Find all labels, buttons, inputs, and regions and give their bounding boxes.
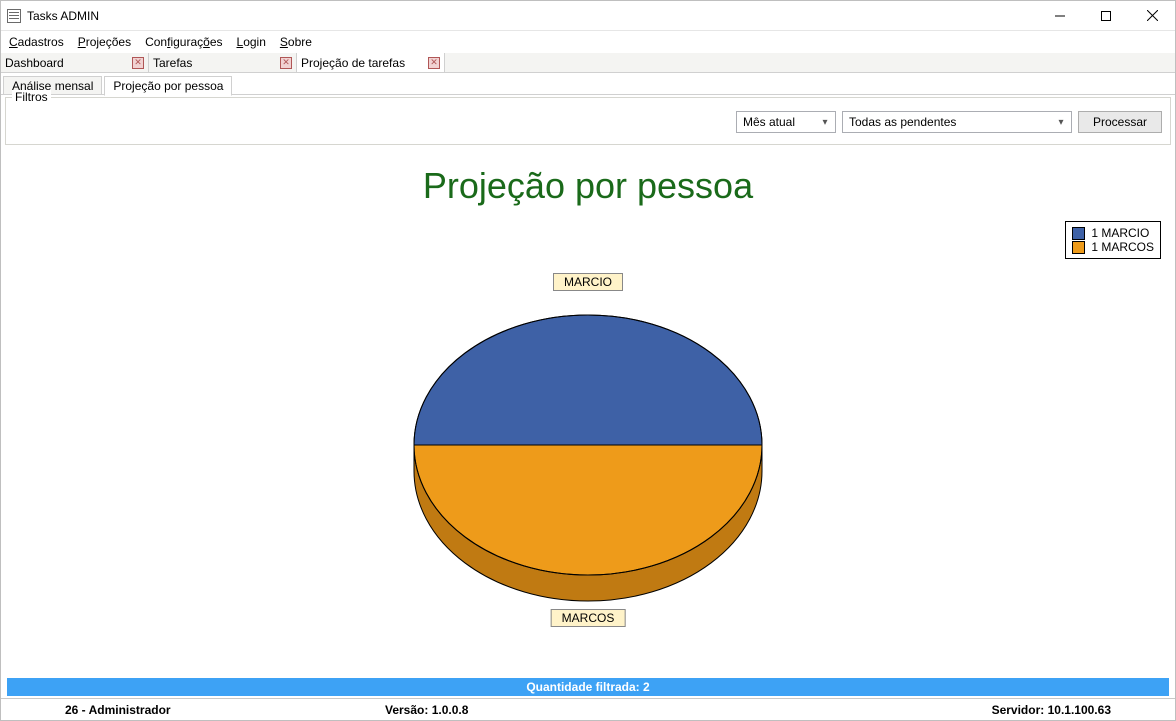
status-select[interactable]: Todas as pendentes ▾: [842, 111, 1072, 133]
chart-title: Projeção por pessoa: [423, 165, 753, 207]
subtab-projecao-por-pessoa[interactable]: Projeção por pessoa: [104, 76, 232, 96]
chart-panel: Projeção por pessoa 1 MARCIO 1 MARCOS MA…: [5, 145, 1171, 676]
tab-tarefas[interactable]: Tarefas ✕: [149, 53, 297, 72]
window-title: Tasks ADMIN: [27, 9, 99, 23]
period-select[interactable]: Mês atual ▾: [736, 111, 836, 133]
legend-swatch: [1072, 227, 1085, 240]
sub-tabs: Análise mensal Projeção por pessoa: [1, 73, 1175, 95]
tab-dashboard[interactable]: Dashboard ✕: [1, 53, 149, 72]
minimize-button[interactable]: [1037, 1, 1083, 30]
legend-item: 1 MARCIO: [1072, 226, 1154, 240]
status-server: Servidor: 10.1.100.63: [992, 703, 1171, 717]
status-version: Versão: 1.0.0.8: [385, 703, 992, 717]
chevron-down-icon: ▾: [1053, 113, 1069, 131]
slice-label-marcos: MARCOS: [551, 609, 626, 627]
chart-legend: 1 MARCIO 1 MARCOS: [1065, 221, 1161, 259]
titlebar: Tasks ADMIN: [1, 1, 1175, 31]
menubar: Cadastros Projeções Configurações Login …: [1, 31, 1175, 53]
menu-configuracoes[interactable]: Configurações: [145, 35, 222, 49]
chevron-down-icon: ▾: [817, 113, 833, 131]
menu-projecoes[interactable]: Projeções: [78, 35, 131, 49]
legend-swatch: [1072, 241, 1085, 254]
slice-label-marcio: MARCIO: [553, 273, 623, 291]
document-tabs: Dashboard ✕ Tarefas ✕ Projeção de tarefa…: [1, 53, 1175, 73]
menu-login[interactable]: Login: [237, 35, 266, 49]
filtros-legend: Filtros: [12, 90, 51, 104]
filtros-group: Filtros Mês atual ▾ Todas as pendentes ▾…: [5, 97, 1171, 145]
legend-item: 1 MARCOS: [1072, 240, 1154, 254]
close-icon[interactable]: ✕: [428, 57, 440, 69]
maximize-button[interactable]: [1083, 1, 1129, 30]
filter-status-bar: Quantidade filtrada: 2: [7, 678, 1169, 696]
menu-sobre[interactable]: Sobre: [280, 35, 312, 49]
menu-cadastros[interactable]: Cadastros: [9, 35, 64, 49]
status-user: 26 - Administrador: [5, 703, 385, 717]
process-button[interactable]: Processar: [1078, 111, 1162, 133]
pie-chart: MARCIO MARCOS: [408, 295, 768, 605]
tab-projecao-de-tarefas[interactable]: Projeção de tarefas ✕: [297, 53, 445, 72]
close-icon[interactable]: ✕: [280, 57, 292, 69]
app-icon: [7, 9, 21, 23]
close-button[interactable]: [1129, 1, 1175, 30]
statusbar: 26 - Administrador Versão: 1.0.0.8 Servi…: [1, 698, 1175, 720]
close-icon[interactable]: ✕: [132, 57, 144, 69]
